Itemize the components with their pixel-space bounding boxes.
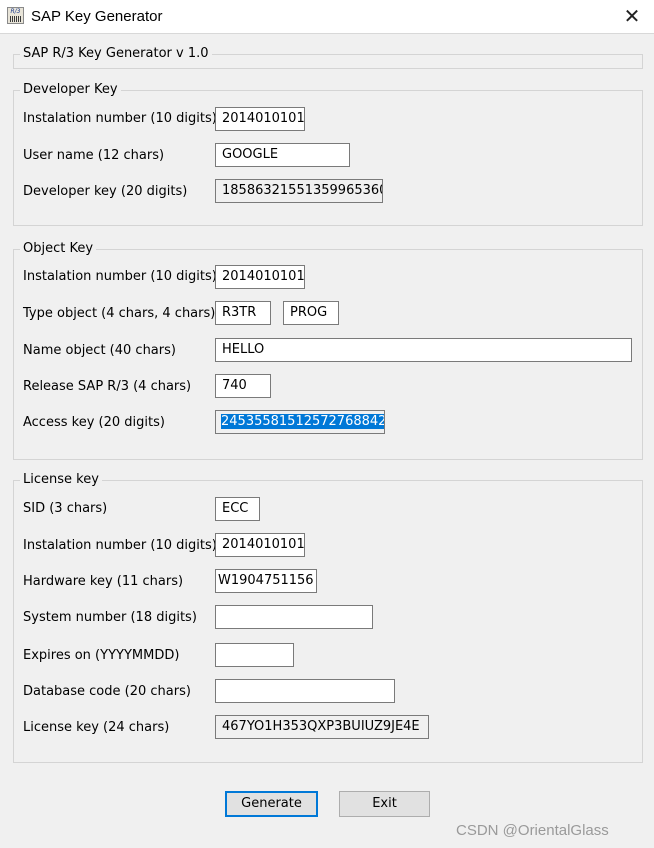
- type-object-field-1[interactable]: R3TR: [215, 301, 271, 325]
- release-sap-field[interactable]: 740: [215, 374, 271, 398]
- sap-app-icon: R/3: [7, 7, 24, 24]
- type-object-field-2[interactable]: PROG: [283, 301, 339, 325]
- obj-instalation-number-field[interactable]: 2014010101: [215, 265, 305, 289]
- lic-instalation-number-label: Instalation number (10 digits): [23, 538, 217, 553]
- csdn-watermark: CSDN @OrientalGlass: [456, 822, 609, 839]
- system-number-field[interactable]: [215, 605, 373, 629]
- object-key-legend: Object Key: [20, 241, 97, 257]
- system-number-label: System number (18 digits): [23, 610, 197, 625]
- exit-button[interactable]: Exit: [339, 791, 430, 817]
- user-name-label: User name (12 chars): [23, 148, 165, 163]
- developer-key-legend: Developer Key: [20, 82, 121, 98]
- database-code-label: Database code (20 chars): [23, 684, 191, 699]
- version-label: SAP R/3 Key Generator v 1.0: [20, 46, 212, 62]
- obj-instalation-number-label: Instalation number (10 digits): [23, 269, 217, 284]
- user-name-field[interactable]: GOOGLE: [215, 143, 350, 167]
- access-key-field[interactable]: 24535581512572768842: [215, 410, 385, 434]
- license-key-field[interactable]: 467YO1H353QXP3BUIUZ9JE4E: [215, 715, 429, 739]
- title-bar[interactable]: R/3 SAP Key Generator ✕: [0, 0, 654, 34]
- generate-button[interactable]: Generate: [225, 791, 318, 817]
- sid-label: SID (3 chars): [23, 501, 108, 516]
- access-key-label: Access key (20 digits): [23, 415, 165, 430]
- dev-instalation-number-label: Instalation number (10 digits): [23, 111, 217, 126]
- license-key-legend: License key: [20, 472, 102, 488]
- name-object-label: Name object (40 chars): [23, 343, 176, 358]
- license-key-label: License key (24 chars): [23, 720, 170, 735]
- name-object-field[interactable]: HELLO: [215, 338, 632, 362]
- window-title: SAP Key Generator: [31, 8, 163, 25]
- app-icon-bars: [10, 16, 21, 22]
- access-key-selected-text[interactable]: 24535581512572768842: [221, 414, 384, 429]
- expires-on-label: Expires on (YYYYMMDD): [23, 648, 180, 663]
- close-button[interactable]: ✕: [610, 0, 654, 33]
- database-code-field[interactable]: [215, 679, 395, 703]
- developer-key-label: Developer key (20 digits): [23, 184, 188, 199]
- hardware-key-label: Hardware key (11 chars): [23, 574, 184, 589]
- dev-instalation-number-field[interactable]: 2014010101: [215, 107, 305, 131]
- sid-field[interactable]: ECC: [215, 497, 260, 521]
- developer-key-field[interactable]: 18586321551359965360: [215, 179, 383, 203]
- app-icon-text: R/3: [10, 8, 21, 15]
- expires-on-field[interactable]: [215, 643, 294, 667]
- type-object-label: Type object (4 chars, 4 chars): [23, 306, 216, 321]
- close-icon: ✕: [623, 4, 641, 28]
- hardware-key-field[interactable]: W1904751156: [215, 569, 317, 593]
- release-sap-label: Release SAP R/3 (4 chars): [23, 379, 192, 394]
- lic-instalation-number-field[interactable]: 2014010101: [215, 533, 305, 557]
